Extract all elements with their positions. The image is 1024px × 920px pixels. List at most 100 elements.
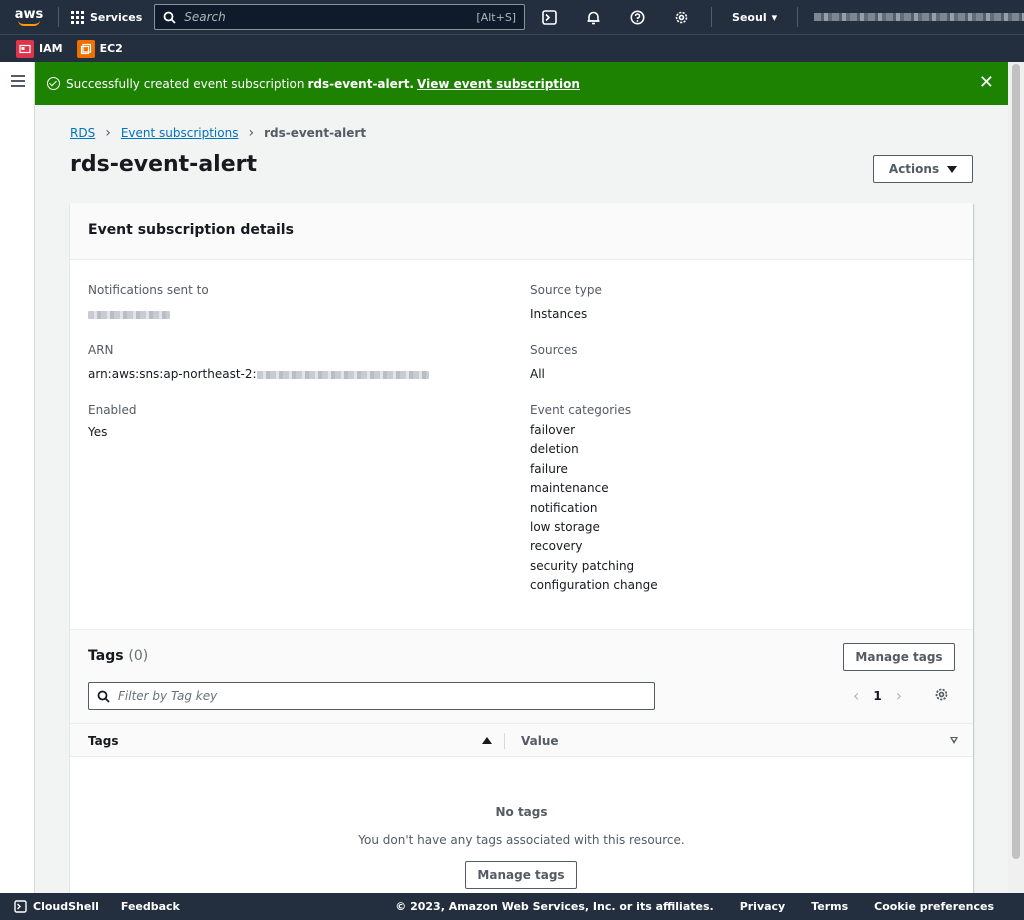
scrollbar-thumb[interactable] [1012, 64, 1020, 859]
enabled-value: Yes [88, 425, 108, 439]
privacy-link[interactable]: Privacy [740, 900, 786, 913]
page-title: rds-event-alert [70, 152, 257, 177]
table-preferences-button[interactable] [934, 687, 949, 705]
search-shortcut: [Alt+S] [476, 10, 517, 24]
services-menu-button[interactable]: Services [67, 10, 146, 24]
divider [797, 7, 799, 27]
divider [57, 7, 59, 27]
column-header-value[interactable]: Value [521, 734, 559, 748]
help-button[interactable] [615, 0, 659, 34]
aws-logo-text: aws [14, 6, 44, 22]
gear-icon [935, 688, 948, 701]
card-title: Event subscription details [88, 222, 294, 238]
event-categories-field: Event categories failover deletion failu… [530, 403, 658, 596]
side-navigation-collapsed [0, 62, 35, 893]
notifications-field: Notifications sent to [88, 283, 209, 321]
search-input[interactable]: Search [Alt+S] [154, 4, 526, 30]
notifications-button[interactable] [571, 0, 615, 34]
column-divider[interactable] [504, 733, 505, 749]
chevron-right-icon: › [248, 125, 255, 141]
actions-button[interactable]: Actions [873, 155, 973, 183]
cloudshell-label: CloudShell [33, 900, 99, 913]
region-label: Seoul [732, 10, 767, 24]
column-header-tags[interactable]: Tags [88, 734, 118, 748]
region-selector[interactable]: Seoul ▾ [720, 11, 789, 24]
sort-icon[interactable] [950, 737, 958, 744]
tags-title-text: Tags [88, 648, 124, 664]
copyright: © 2023, Amazon Web Services, Inc. or its… [395, 900, 714, 913]
menu-icon[interactable] [11, 75, 25, 90]
source-type-field: Source type Instances [530, 283, 602, 321]
success-flash-banner: Successfully created event subscription … [35, 62, 1008, 105]
scrollbar[interactable] [1008, 62, 1024, 893]
settings-button[interactable] [659, 0, 703, 34]
card-header: Event subscription details [70, 203, 973, 260]
favorite-label: EC2 [99, 42, 123, 55]
success-check-icon [47, 77, 60, 90]
view-subscription-link[interactable]: View event subscription [417, 77, 580, 91]
empty-state-description: You don't have any tags associated with … [358, 833, 685, 847]
manage-tags-button-empty[interactable]: Manage tags [465, 861, 577, 889]
tag-filter-input[interactable] [88, 682, 655, 710]
sort-ascending-icon[interactable] [482, 737, 492, 744]
flash-subscription-name: rds-event-alert. [307, 76, 414, 91]
event-subscription-card: Event subscription details Notifications… [70, 203, 973, 893]
divider [711, 7, 713, 27]
enabled-field: Enabled Yes [88, 403, 137, 439]
source-type-label: Source type [530, 283, 602, 297]
list-item: notification [530, 500, 598, 515]
cloudshell-icon [14, 900, 27, 913]
notifications-label: Notifications sent to [88, 283, 209, 297]
list-item: recovery [530, 539, 583, 554]
tags-title: Tags (0) [88, 648, 148, 664]
empty-state-title: No tags [495, 805, 548, 819]
cloudshell-icon [541, 9, 557, 25]
tags-section: Tags (0) Manage tags ‹ 1 › Tags Value [70, 629, 973, 893]
breadcrumb: RDS › Event subscriptions › rds-event-al… [70, 125, 366, 141]
redacted-value [256, 370, 429, 379]
chevron-left-icon[interactable]: ‹ [853, 686, 859, 705]
favorite-label: IAM [39, 42, 63, 55]
aws-logo[interactable]: aws [8, 0, 50, 34]
sources-value: All [530, 367, 545, 381]
page-number[interactable]: 1 [873, 689, 881, 703]
search-icon [97, 690, 110, 703]
pagination: ‹ 1 › [853, 686, 902, 705]
account-menu[interactable] [814, 13, 1024, 21]
chevron-down-icon: ▾ [771, 10, 778, 24]
footer-links: © 2023, Amazon Web Services, Inc. or its… [395, 900, 994, 913]
breadcrumb-current: rds-event-alert [264, 126, 367, 140]
favorite-iam[interactable]: IAM [16, 39, 63, 58]
cloudshell-button[interactable] [527, 0, 571, 34]
arn-field: ARN arn:aws:sns:ap-northeast-2: [88, 343, 429, 381]
list-item: deletion [530, 442, 579, 457]
redacted-value [88, 310, 170, 319]
enabled-label: Enabled [88, 403, 137, 417]
manage-tags-button[interactable]: Manage tags [843, 643, 955, 671]
chevron-right-icon: › [105, 125, 111, 141]
caret-down-icon [947, 165, 958, 173]
sources-label: Sources [530, 343, 578, 357]
favorite-ec2[interactable]: EC2 [76, 39, 123, 58]
breadcrumb-event-subscriptions[interactable]: Event subscriptions [121, 126, 239, 140]
sources-field: Sources All [530, 343, 577, 381]
gear-icon [675, 11, 687, 23]
cloudshell-footer-button[interactable]: CloudShell [14, 900, 99, 913]
ec2-icon [76, 39, 95, 58]
aws-smile-icon [17, 20, 40, 26]
breadcrumb-rds[interactable]: RDS [70, 126, 95, 140]
tags-table-header: Tags Value [70, 723, 973, 757]
list-item: security patching [530, 558, 635, 573]
feedback-link[interactable]: Feedback [121, 900, 180, 913]
close-icon[interactable]: ✕ [979, 74, 994, 92]
flash-message: Successfully created event subscription [66, 76, 305, 91]
bell-icon [587, 11, 600, 24]
tag-filter-field[interactable] [118, 689, 654, 703]
terms-link[interactable]: Terms [811, 900, 848, 913]
favorites-bar: IAM EC2 [0, 34, 1024, 62]
cookie-preferences-link[interactable]: Cookie preferences [874, 900, 994, 913]
event-categories-label: Event categories [530, 403, 632, 417]
list-item: failover [530, 423, 576, 437]
chevron-right-icon[interactable]: › [896, 686, 902, 705]
top-navigation: aws Services Search [Alt+S] Seoul ▾ [0, 0, 1024, 34]
